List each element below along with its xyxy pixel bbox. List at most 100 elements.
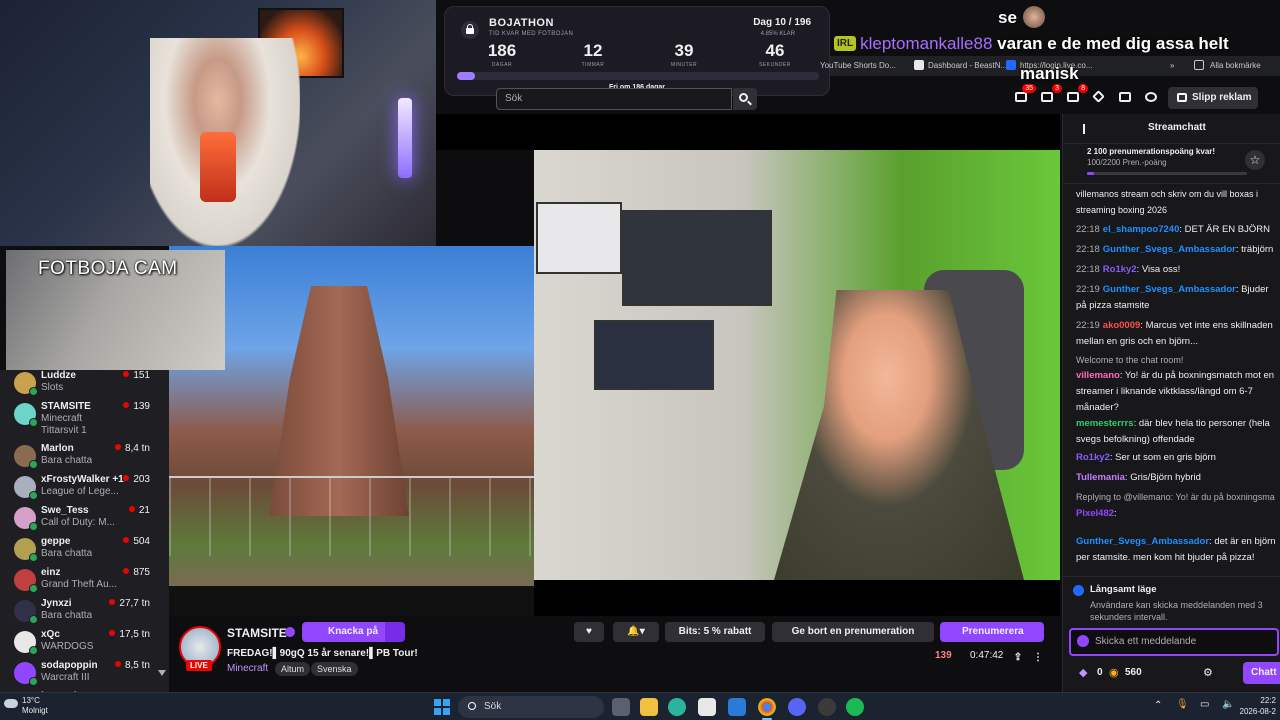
- message-username[interactable]: Tullemania: [1076, 472, 1125, 483]
- message-username[interactable]: Gunther_Svegs_Ambassador: [1103, 284, 1236, 295]
- sidebar-channel[interactable]: STAMSITE Minecraft 139 Tittarsvit 1: [0, 399, 169, 436]
- whispers-button[interactable]: 8: [1066, 84, 1088, 104]
- message-text: : Gris/Björn hybrid: [1124, 472, 1201, 483]
- sidebar-channel[interactable]: sodapoppin Warcraft III 8,5 tn: [0, 658, 169, 688]
- crown-button[interactable]: [1144, 90, 1158, 104]
- channel-avatar: [14, 538, 38, 562]
- spotify-icon[interactable]: [846, 698, 864, 716]
- weather-widget[interactable]: 13°C Molnigt: [4, 696, 48, 716]
- search-input[interactable]: Sök: [496, 88, 732, 110]
- microphone-icon[interactable]: 🎙: [1176, 699, 1189, 710]
- live-dot-icon: [114, 444, 121, 450]
- bits-discount-button[interactable]: Bits: 5 % rabatt: [665, 622, 765, 642]
- chrome-icon[interactable]: [758, 698, 776, 720]
- bits-button[interactable]: [1092, 90, 1106, 104]
- message-username[interactable]: villemano: [1076, 370, 1120, 381]
- bookmark[interactable]: Dashboard - BeastN...: [928, 61, 1007, 70]
- bits-icon[interactable]: ◆: [1079, 666, 1087, 679]
- points-count: 0: [1097, 667, 1103, 678]
- store-icon[interactable]: [698, 698, 716, 716]
- stream-category[interactable]: Minecraft: [227, 663, 268, 674]
- message-username[interactable]: ako0009: [1103, 320, 1141, 331]
- sidebar-channel[interactable]: xFrostyWalker +1 League of Lege... 203: [0, 472, 169, 502]
- taskbar-search[interactable]: Sök: [458, 696, 604, 718]
- sidebar-channel[interactable]: Marlon Bara chatta 8,4 tn: [0, 441, 169, 471]
- message-text: villemanos stream och skriv om du vill b…: [1076, 189, 1259, 215]
- search-button[interactable]: [733, 88, 757, 110]
- message-username[interactable]: Ro1ky2: [1076, 452, 1110, 463]
- knock-button[interactable]: Knacka på: [302, 622, 388, 642]
- collapse-chat-icon[interactable]: [1075, 124, 1085, 134]
- star-icon[interactable]: ☆: [1245, 150, 1265, 170]
- file-explorer-icon[interactable]: [640, 698, 658, 716]
- channel-name: Swe_Tess: [41, 505, 89, 516]
- points-title: 2 100 prenumerationspoäng kvar!: [1087, 147, 1216, 156]
- channel-name: Luddze: [41, 370, 76, 381]
- subscribe-button[interactable]: Prenumerera: [940, 622, 1044, 642]
- chat-badge-icon[interactable]: [1077, 635, 1089, 647]
- tag[interactable]: Svenska: [311, 662, 358, 676]
- bookmark[interactable]: Alla bokmärke: [1210, 61, 1261, 70]
- system-clock[interactable]: 22:2 2026-08-2: [1240, 695, 1276, 717]
- chat-input[interactable]: Skicka ett meddelande: [1069, 628, 1279, 656]
- chat-message: villemano: Yo! är du på boxningsmatch mo…: [1076, 368, 1276, 416]
- viewer-count: 8,5 tn: [114, 660, 150, 671]
- obs-icon[interactable]: [818, 698, 836, 716]
- message-username[interactable]: Gunther_Svegs_Ambassador: [1076, 536, 1209, 547]
- mail-icon[interactable]: [728, 698, 746, 716]
- ad-free-button[interactable]: Slipp reklam: [1168, 87, 1258, 109]
- bits-count: 560: [1125, 667, 1142, 678]
- volume-icon[interactable]: 🔈: [1222, 699, 1234, 710]
- viewer-count: 151: [123, 370, 150, 381]
- sidebar-channel[interactable]: Jynxzi Bara chatta 27,7 tn: [0, 596, 169, 626]
- gift-sub-button[interactable]: Ge bort en prenumeration: [772, 622, 934, 642]
- task-view-icon[interactable]: [612, 698, 630, 716]
- irl-badge-icon: IRL: [834, 36, 857, 51]
- inbox-button[interactable]: 3: [1040, 84, 1062, 104]
- share-icon[interactable]: ⇪: [1011, 648, 1025, 664]
- channel-points-banner[interactable]: 2 100 prenumerationspoäng kvar! 100/2200…: [1063, 144, 1280, 184]
- message-time: 22:18: [1076, 224, 1100, 235]
- sidebar-channel[interactable]: geppe Bara chatta 504: [0, 534, 169, 564]
- message-username[interactable]: Ro1ky2: [1103, 264, 1137, 275]
- start-button[interactable]: [434, 699, 450, 715]
- notification-bell-button[interactable]: 🔔▾: [613, 622, 659, 642]
- edge-icon[interactable]: [668, 698, 686, 716]
- channel-game: Bara chatta: [41, 548, 93, 559]
- viewer-count: 139: [935, 650, 952, 661]
- bookmark[interactable]: YouTube Shorts Do...: [820, 61, 896, 70]
- sidebar-channel[interactable]: Swe_Tess Call of Duty: M... 21: [0, 503, 169, 533]
- network-icon[interactable]: ▭: [1200, 699, 1209, 710]
- follow-heart-button[interactable]: ♥: [574, 622, 604, 642]
- channel-game: Grand Theft Au...: [41, 579, 117, 590]
- live-dot-icon: [123, 402, 130, 408]
- sidebar-channel[interactable]: xQc WARDOGS 17,5 tn: [0, 627, 169, 657]
- chevron-down-icon[interactable]: [385, 622, 405, 642]
- channel-name: geppe: [41, 536, 71, 547]
- channel-avatar: [14, 569, 38, 593]
- turbo-button[interactable]: [1118, 90, 1132, 104]
- notifications-button[interactable]: 35: [1014, 84, 1036, 104]
- settings-gear-icon[interactable]: ⚙: [1203, 666, 1213, 679]
- message-username[interactable]: memesterrrs: [1076, 418, 1134, 429]
- ad-icon: [1177, 93, 1187, 102]
- tag[interactable]: Altum: [275, 662, 311, 676]
- sidebar-channel[interactable]: Luddze Slots 151: [0, 370, 169, 398]
- send-chat-button[interactable]: Chatt: [1243, 662, 1280, 684]
- channel-avatar: [14, 403, 38, 427]
- more-options-icon[interactable]: ⋮: [1031, 648, 1045, 664]
- scroll-down-icon[interactable]: [158, 670, 166, 676]
- timer-progress-fill: [457, 72, 475, 80]
- points-progress-text: 100/2200 Pren.-poäng: [1087, 158, 1167, 167]
- feet-cam-label: FOTBOJA CAM: [38, 258, 178, 279]
- channel-name[interactable]: STAMSITE: [227, 626, 287, 640]
- discord-icon[interactable]: [788, 698, 806, 716]
- viewer-count: 21: [128, 505, 150, 516]
- message-username[interactable]: Gunther_Svegs_Ambassador: [1103, 244, 1236, 255]
- video-right-panel[interactable]: [534, 150, 1060, 580]
- chevron-up-icon[interactable]: ⌃: [1154, 700, 1162, 711]
- message-username[interactable]: Pixel482: [1076, 508, 1114, 519]
- channel-points-icon[interactable]: ◉: [1109, 666, 1119, 679]
- message-username[interactable]: el_shampoo7240: [1103, 224, 1180, 235]
- sidebar-channel[interactable]: einz Grand Theft Au... 875: [0, 565, 169, 595]
